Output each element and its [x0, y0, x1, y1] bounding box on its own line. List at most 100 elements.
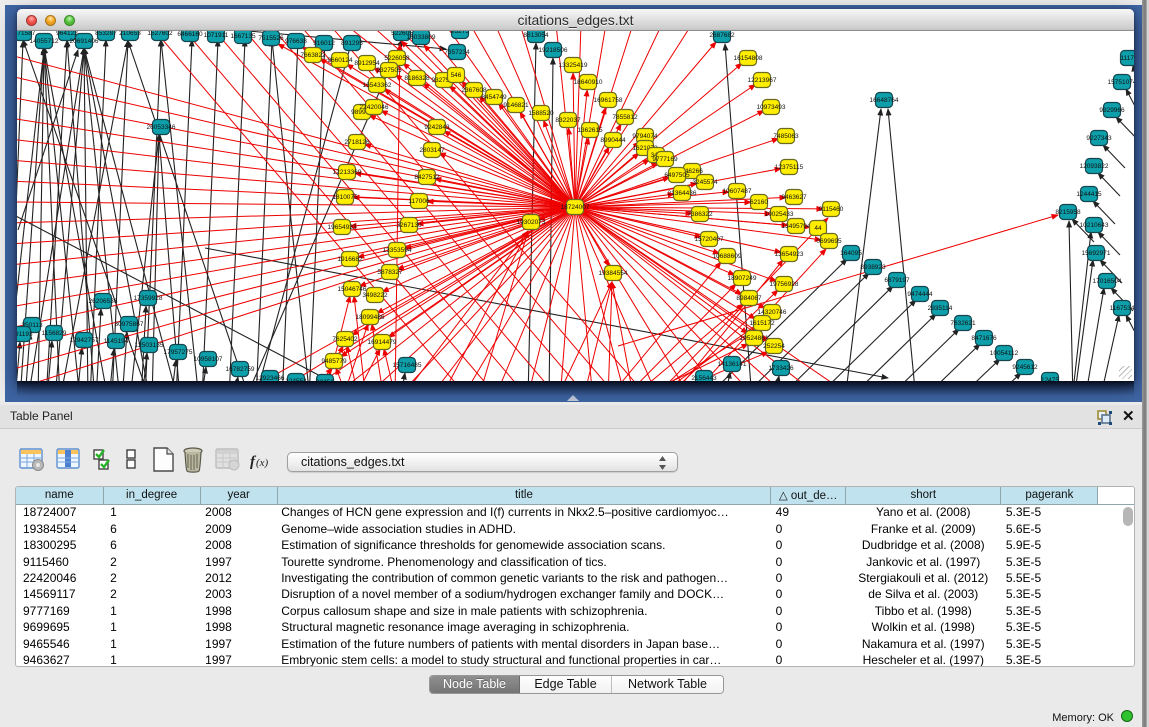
- svg-text:1667135: 1667135: [230, 33, 256, 40]
- svg-text:9242843: 9242843: [424, 124, 450, 131]
- svg-text:16543362: 16543362: [363, 82, 392, 89]
- svg-text:18724007: 18724007: [561, 204, 590, 211]
- svg-text:6466160: 6466160: [177, 31, 203, 38]
- svg-text:18640910: 18640910: [574, 79, 603, 86]
- svg-text:6879197: 6879197: [884, 277, 910, 284]
- svg-text:21364436: 21364436: [668, 190, 697, 197]
- svg-text:853287: 853287: [95, 31, 117, 37]
- svg-text:13325419: 13325419: [559, 62, 588, 69]
- svg-text:10607487: 10607487: [723, 188, 752, 195]
- svg-text:1527602: 1527602: [147, 31, 173, 37]
- svg-text:1615172: 1615172: [749, 320, 775, 327]
- svg-text:1244415: 1244415: [1076, 191, 1102, 198]
- svg-text:7386322: 7386322: [687, 211, 713, 218]
- svg-text:8215958: 8215958: [1055, 209, 1081, 216]
- svg-text:26206536: 26206536: [89, 298, 118, 305]
- svg-text:124554: 124554: [285, 378, 307, 381]
- svg-text:19524861: 19524861: [740, 335, 769, 342]
- svg-text:117006: 117006: [408, 198, 430, 205]
- svg-text:391193: 391193: [17, 331, 33, 338]
- svg-text:12942757: 12942757: [70, 337, 99, 344]
- svg-text:1071911: 1071911: [204, 32, 229, 39]
- svg-text:16914479: 16914479: [368, 339, 397, 346]
- svg-text:12213369: 12213369: [333, 169, 362, 176]
- svg-text:12503135: 12503135: [135, 342, 164, 349]
- svg-text:20691406: 20691406: [70, 38, 99, 45]
- svg-text:891295: 891295: [341, 40, 363, 47]
- svg-text:12923466: 12923466: [256, 375, 285, 381]
- svg-text:1588520: 1588520: [528, 110, 554, 117]
- svg-text:12093822: 12093822: [1080, 163, 1109, 170]
- svg-text:210653: 210653: [119, 31, 141, 37]
- svg-text:9227343: 9227343: [1086, 135, 1112, 142]
- svg-text:17359928: 17359928: [134, 295, 163, 302]
- svg-text:8813054: 8813054: [523, 32, 549, 39]
- svg-text:8990444: 8990444: [600, 137, 626, 144]
- svg-text:7357234: 7357234: [444, 49, 470, 56]
- svg-text:2687682: 2687682: [709, 32, 735, 39]
- svg-text:22420046: 22420046: [360, 104, 389, 111]
- svg-text:9474444: 9474444: [907, 291, 933, 298]
- svg-text:9146821: 9146821: [503, 102, 529, 109]
- svg-text:9327505: 9327505: [376, 67, 402, 74]
- svg-text:5226058: 5226058: [384, 55, 410, 62]
- svg-text:1733426: 1733426: [768, 365, 794, 372]
- svg-text:252254: 252254: [763, 343, 785, 350]
- svg-text:9115460: 9115460: [819, 206, 844, 213]
- svg-text:13353594: 13353594: [383, 247, 412, 254]
- svg-text:13495794: 13495794: [782, 223, 811, 230]
- svg-text:1145194: 1145194: [104, 338, 129, 345]
- svg-text:26053346: 26053346: [147, 124, 176, 131]
- svg-text:19654933: 19654933: [328, 224, 357, 231]
- svg-text:10210643: 10210643: [1080, 222, 1109, 229]
- svg-text:3267130: 3267130: [396, 222, 422, 229]
- svg-text:8427512: 8427512: [414, 174, 440, 181]
- svg-text:9660124: 9660124: [327, 57, 353, 64]
- svg-text:19302073: 19302073: [517, 219, 546, 226]
- svg-text:2803147: 2803147: [419, 147, 445, 154]
- svg-text:16782759: 16782759: [226, 366, 255, 373]
- svg-text:18099486: 18099486: [356, 314, 385, 321]
- svg-text:9777169: 9777169: [652, 156, 678, 163]
- svg-text:3498222: 3498222: [362, 292, 388, 299]
- svg-text:15720407: 15720407: [695, 236, 724, 243]
- svg-text:8984067: 8984067: [736, 295, 762, 302]
- svg-text:7855812: 7855812: [612, 114, 638, 121]
- svg-text:30975867: 30975867: [115, 321, 144, 328]
- svg-text:7515526: 7515526: [258, 35, 284, 42]
- svg-text:7632621: 7632621: [950, 320, 976, 327]
- svg-text:12213967: 12213967: [748, 77, 777, 84]
- svg-text:92450: 92450: [316, 379, 334, 381]
- svg-text:18907249: 18907249: [728, 275, 757, 282]
- svg-text:17957275: 17957275: [164, 349, 193, 356]
- svg-text:1167534: 1167534: [1110, 305, 1134, 312]
- svg-text:8938923: 8938923: [860, 264, 886, 271]
- svg-text:10025433: 10025433: [765, 211, 794, 218]
- svg-text:16961758: 16961758: [594, 97, 623, 104]
- svg-text:0699695: 0699695: [816, 238, 842, 245]
- svg-text:15751074: 15751074: [1108, 79, 1134, 86]
- svg-text:10973493: 10973493: [757, 104, 786, 111]
- svg-text:8322037: 8322037: [555, 117, 581, 124]
- svg-text:13654923: 13654923: [775, 251, 804, 258]
- svg-text:8471676: 8471676: [971, 335, 997, 342]
- svg-text:8454749: 8454749: [481, 94, 507, 101]
- svg-text:7625402: 7625402: [332, 336, 358, 343]
- svg-text:2718126: 2718126: [344, 139, 370, 146]
- svg-text:6497505: 6497505: [664, 172, 690, 179]
- svg-text:1171587: 1171587: [17, 31, 36, 37]
- svg-text:10958107: 10958107: [194, 356, 223, 363]
- svg-text:2935114: 2935114: [928, 305, 953, 312]
- svg-text:15692971: 15692971: [1082, 250, 1111, 257]
- svg-text:8186328: 8186328: [404, 75, 430, 82]
- svg-text:16154808: 16154808: [734, 55, 763, 62]
- svg-text:44: 44: [814, 225, 822, 232]
- svg-text:1156829: 1156829: [42, 330, 67, 337]
- svg-text:11175: 11175: [1120, 55, 1134, 62]
- svg-text:8912954: 8912954: [354, 60, 380, 67]
- svg-text:546: 546: [451, 72, 462, 79]
- svg-text:19218506: 19218506: [539, 47, 568, 54]
- svg-text:9794074: 9794074: [632, 133, 658, 140]
- svg-text:16033809: 16033809: [407, 34, 436, 41]
- svg-text:964122: 964122: [56, 31, 78, 37]
